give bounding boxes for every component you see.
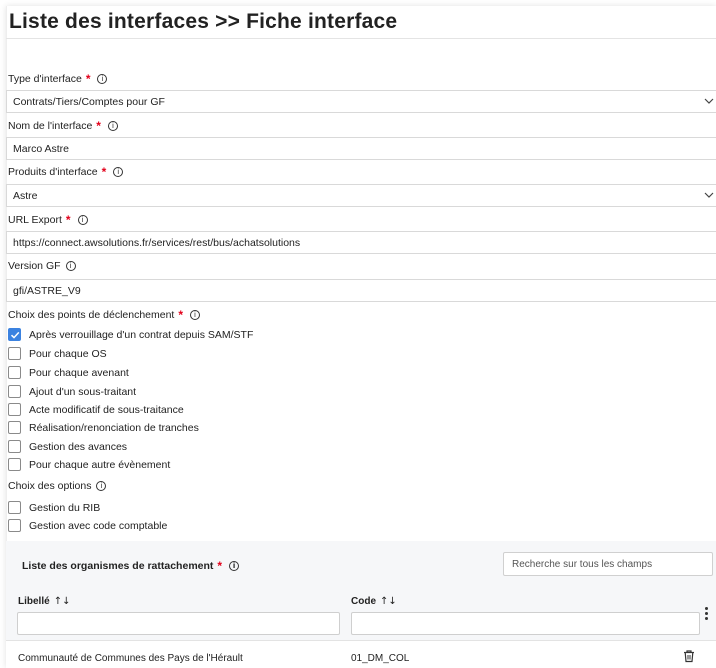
organisms-title: Liste des organismes de rattachement * i (22, 559, 240, 573)
info-icon[interactable]: i (77, 215, 88, 225)
url-label: URL Export * i (8, 213, 88, 227)
required-mark: * (178, 308, 184, 322)
url-input[interactable]: https://connect.awsolutions.fr/services/… (6, 231, 716, 254)
sort-icon[interactable]: ↑↓ (380, 596, 397, 607)
trigger-checkbox-row[interactable]: Pour chaque avenant (8, 366, 129, 379)
checkbox[interactable] (8, 519, 21, 532)
name-label: Nom de l'interface * i (8, 119, 118, 133)
checkbox[interactable] (8, 385, 21, 398)
cell-code: 01_DM_COL (351, 653, 410, 664)
option-checkbox-row[interactable]: Gestion avec code comptable (8, 519, 167, 532)
version-label: Version GF i (8, 260, 76, 272)
column-header-libelle[interactable]: Libellé ↑↓ (18, 596, 70, 607)
products-label: Produits d'interface * i (8, 165, 124, 179)
chevron-down-icon (704, 98, 714, 104)
trigger-checkbox-row[interactable]: Ajout d'un sous-traitant (8, 385, 136, 398)
info-icon[interactable]: i (107, 121, 118, 131)
column-header-code[interactable]: Code ↑↓ (351, 596, 397, 607)
info-icon[interactable]: i (65, 261, 76, 271)
info-icon[interactable]: i (96, 481, 107, 491)
checkbox[interactable] (8, 440, 21, 453)
required-mark: * (65, 213, 71, 227)
sort-icon[interactable]: ↑↓ (54, 596, 71, 607)
chevron-down-icon (704, 192, 714, 198)
required-mark: * (217, 559, 223, 573)
title-divider (6, 38, 716, 39)
check-icon (10, 331, 20, 339)
checkbox[interactable] (8, 421, 21, 434)
products-select[interactable]: Astre (6, 184, 716, 207)
checkbox[interactable] (8, 403, 21, 416)
info-icon[interactable]: i (190, 310, 201, 320)
trigger-checkbox-row[interactable]: Pour chaque autre évènement (8, 458, 170, 471)
checkbox[interactable] (8, 347, 21, 360)
trigger-checkbox-row[interactable]: Après verrouillage d'un contrat depuis S… (8, 328, 253, 341)
checkbox[interactable] (8, 366, 21, 379)
checkbox-checked[interactable] (8, 328, 21, 341)
filter-libelle-input[interactable] (17, 612, 340, 635)
info-icon[interactable]: i (229, 561, 240, 571)
required-mark: * (85, 72, 91, 86)
type-label: Type d'interface * i (8, 72, 108, 86)
name-input[interactable]: Marco Astre (6, 137, 716, 160)
trigger-checkbox-row[interactable]: Gestion des avances (8, 440, 127, 453)
info-icon[interactable]: i (113, 167, 124, 177)
checkbox[interactable] (8, 501, 21, 514)
version-input[interactable]: gfi/ASTRE_V9 (6, 279, 716, 302)
info-icon[interactable]: i (97, 74, 108, 84)
trigger-checkbox-row[interactable]: Réalisation/renonciation de tranches (8, 421, 199, 434)
options-label: Choix des options i (8, 480, 107, 492)
trigger-checkbox-row[interactable]: Acte modificatif de sous-traitance (8, 403, 184, 416)
search-input[interactable]: Recherche sur tous les champs (503, 552, 713, 576)
triggers-label: Choix des points de déclenchement * i (8, 308, 201, 322)
type-select[interactable]: Contrats/Tiers/Comptes pour GF (6, 90, 716, 113)
required-mark: * (101, 165, 107, 179)
trash-icon[interactable] (682, 649, 696, 663)
trigger-checkbox-row[interactable]: Pour chaque OS (8, 347, 107, 360)
required-mark: * (96, 119, 101, 133)
checkbox[interactable] (8, 458, 21, 471)
option-checkbox-row[interactable]: Gestion du RIB (8, 501, 100, 514)
more-options-icon[interactable] (701, 606, 711, 624)
filter-code-input[interactable] (351, 612, 700, 635)
cell-libelle: Communauté de Communes des Pays de l'Hér… (18, 653, 243, 664)
page-title: Liste des interfaces >> Fiche interface (9, 10, 398, 33)
